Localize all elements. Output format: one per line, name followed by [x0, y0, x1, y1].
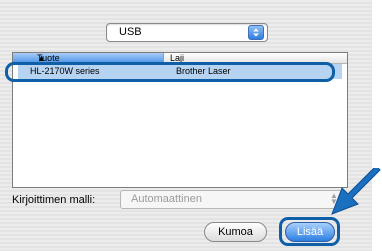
- cancel-button[interactable]: Kumoa: [204, 222, 267, 242]
- printer-model-value: Automaattinen: [131, 193, 202, 205]
- popup-arrows-icon: [248, 25, 264, 40]
- printer-model-select[interactable]: Automaattinen ▲ ▼: [120, 190, 342, 209]
- printer-dialog: USB Tuote ▲ Laji HL-2170W series Brother…: [0, 0, 372, 251]
- connection-popup-value: USB: [119, 26, 142, 38]
- row-highlight-outline: [5, 62, 335, 82]
- printer-model-label: Kirjoittimen malli:: [12, 194, 96, 206]
- pointer-arrow-icon: [331, 168, 381, 215]
- connection-popup[interactable]: USB: [106, 23, 268, 42]
